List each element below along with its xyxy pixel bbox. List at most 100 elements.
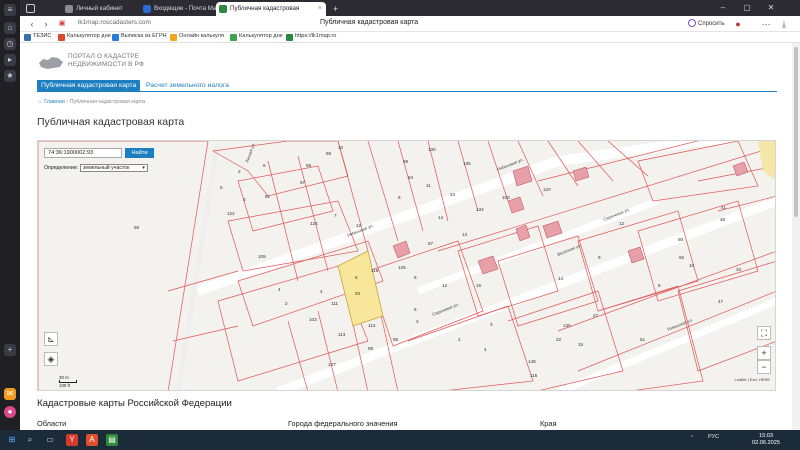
task-view-icon[interactable]: ▭ bbox=[44, 434, 56, 446]
portal-logo-text[interactable]: ПОРТАЛ О КАДАСТРЕ НЕДВИЖИМОСТИ В РФ bbox=[68, 53, 144, 69]
bookmark-item[interactable]: https://lk1map.ro bbox=[286, 33, 336, 41]
add-icon[interactable]: + bbox=[4, 344, 16, 356]
svg-text:115: 115 bbox=[530, 373, 538, 378]
map-attribution[interactable]: Leaflet | Esri, HERE bbox=[735, 377, 771, 382]
address-bar: ‹ › ▣ lk1map.roscadasters.com Публичная … bbox=[20, 16, 800, 32]
profile-icon[interactable]: ● bbox=[732, 18, 744, 30]
svg-text:93: 93 bbox=[355, 291, 361, 296]
lang-indicator[interactable]: РУС bbox=[708, 434, 719, 440]
svg-text:148: 148 bbox=[528, 359, 536, 364]
zoom-out-button[interactable]: − bbox=[757, 360, 771, 374]
browser-tab-strip: Личный кабинет Входящие - Почта Mail Пуб… bbox=[20, 0, 800, 16]
os-taskbar: ⊞ ⌕ ▭ Y A ▤ РУС ◔ 15:03 02.06.2025 bbox=[0, 430, 800, 450]
breadcrumb: ⌂ Главная › Публичная кадастровая карта bbox=[38, 99, 145, 105]
bookmarks-bar: ТЕЗИС Калькулятор дне Выписка из ЕГРН Он… bbox=[20, 32, 800, 43]
scrollbar-thumb[interactable] bbox=[794, 47, 798, 217]
find-button[interactable]: Найти bbox=[125, 148, 154, 158]
close-tab-icon[interactable]: × bbox=[318, 2, 322, 16]
breadcrumb-home-link[interactable]: Главная bbox=[44, 99, 65, 105]
portal-logo-icon[interactable] bbox=[38, 53, 64, 73]
bookmark-icon bbox=[24, 34, 31, 41]
layers-icon[interactable]: ◈ bbox=[44, 352, 58, 366]
wifi-icon[interactable]: ◔ bbox=[690, 434, 693, 440]
mail-app-icon[interactable]: ✉ bbox=[4, 388, 16, 400]
svg-text:125: 125 bbox=[398, 265, 406, 270]
bookmark-item[interactable]: Калькулятор дне bbox=[58, 33, 111, 41]
svg-text:2: 2 bbox=[458, 337, 461, 342]
search-icon[interactable]: ⌕ bbox=[24, 434, 36, 446]
download-icon[interactable]: ⤓ bbox=[778, 18, 790, 30]
files-app-icon[interactable]: ▤ bbox=[106, 434, 118, 446]
system-clock[interactable]: 15:03 02.06.2025 bbox=[752, 433, 780, 447]
new-tab-button[interactable]: + bbox=[330, 2, 344, 16]
ask-button[interactable]: Спросить bbox=[688, 18, 738, 30]
cadastral-number-input[interactable]: 74:36:1900002:93 bbox=[44, 148, 122, 158]
zoom-in-button[interactable]: + bbox=[757, 346, 771, 360]
svg-text:50: 50 bbox=[678, 237, 684, 242]
bookmark-icon bbox=[112, 34, 119, 41]
svg-text:13: 13 bbox=[462, 232, 468, 237]
svg-text:22: 22 bbox=[556, 337, 562, 342]
office-app-icon[interactable]: A bbox=[86, 434, 98, 446]
nav-underline bbox=[37, 91, 777, 92]
start-icon[interactable]: ⊞ bbox=[6, 434, 18, 446]
nav-tab-cadastral-map[interactable]: Публичная кадастровая карта bbox=[37, 80, 141, 91]
page-heading: Публичная кадастровая карта bbox=[37, 116, 185, 128]
app-menu-icon[interactable]: ≡ bbox=[4, 4, 16, 16]
map-favicon-icon bbox=[219, 5, 227, 13]
close-window-icon[interactable]: ✕ bbox=[760, 0, 782, 16]
bookmark-item[interactable]: Онлайн калькуля bbox=[170, 33, 224, 41]
nav-tab-land-tax[interactable]: Расчет земельного налога bbox=[146, 80, 229, 91]
extensions-icon[interactable]: ⋯ bbox=[760, 18, 772, 30]
svg-text:95: 95 bbox=[393, 337, 399, 342]
minimize-icon[interactable]: – bbox=[712, 0, 734, 16]
cadastral-map[interactable]: 10 58 59 99 130 84 11 2 6 97 5 3 81 135 122 124 7 12… bbox=[37, 140, 776, 391]
app-sidebar: ≡ ⌂ ◷ ▸ ★ + ✉ ● bbox=[0, 0, 20, 430]
bookmark-label: Онлайн калькуля bbox=[179, 33, 224, 39]
forward-icon[interactable]: › bbox=[40, 18, 52, 30]
downloads-icon[interactable]: ▸ bbox=[4, 54, 16, 66]
bookmark-icon bbox=[58, 34, 65, 41]
svg-text:16: 16 bbox=[476, 283, 482, 288]
measure-tool-icon[interactable]: ⊾ bbox=[44, 332, 58, 346]
svg-text:66: 66 bbox=[679, 255, 685, 260]
definition-label: Определение: bbox=[44, 165, 79, 171]
svg-text:51: 51 bbox=[640, 337, 646, 342]
yandex-browser-icon[interactable]: Y bbox=[66, 434, 78, 446]
regions-column-heading: Области bbox=[37, 419, 67, 428]
svg-text:113: 113 bbox=[338, 332, 346, 337]
svg-text:15: 15 bbox=[578, 342, 584, 347]
bookmarks-icon[interactable]: ★ bbox=[4, 70, 16, 82]
page-content: ПОРТАЛ О КАДАСТРЕ НЕДВИЖИМОСТИ В РФ Публ… bbox=[20, 43, 792, 430]
svg-text:100: 100 bbox=[502, 195, 510, 200]
url-field[interactable]: lk1map.roscadasters.com bbox=[78, 19, 151, 26]
home-crumb-icon: ⌂ bbox=[38, 99, 42, 105]
home-icon[interactable]: ⌂ bbox=[4, 22, 16, 34]
assistant-icon[interactable]: ● bbox=[4, 406, 16, 418]
ask-label: Спросить bbox=[698, 21, 725, 27]
map-canvas[interactable]: 105859 9913084 1126 9753 81135122 124712… bbox=[38, 141, 776, 391]
fullscreen-icon[interactable]: ⛶ bbox=[757, 326, 771, 340]
page-scrollbar[interactable] bbox=[792, 43, 800, 430]
svg-text:11: 11 bbox=[426, 183, 431, 188]
bookmark-item[interactable]: ТЕЗИС bbox=[24, 33, 51, 41]
svg-text:87: 87 bbox=[428, 241, 434, 246]
page-title-display: Публичная кадастровая карта bbox=[320, 19, 419, 26]
svg-text:118: 118 bbox=[371, 268, 379, 273]
breadcrumb-current: Публичная кадастровая карта bbox=[69, 99, 146, 105]
site-security-icon[interactable]: ▣ bbox=[56, 18, 68, 30]
bookmark-item[interactable]: Выписка из ЕГРН bbox=[112, 33, 167, 41]
svg-text:2: 2 bbox=[238, 169, 241, 174]
svg-text:135: 135 bbox=[463, 161, 471, 166]
tab-cadastral-map[interactable]: Публичная кадастровая × bbox=[216, 2, 326, 16]
history-icon[interactable]: ◷ bbox=[4, 38, 16, 50]
maximize-icon[interactable]: ▢ bbox=[736, 0, 758, 16]
tab-overview-button[interactable] bbox=[24, 2, 38, 16]
definition-select[interactable]: земельный участок ▾ bbox=[80, 164, 148, 172]
bookmark-icon bbox=[230, 34, 237, 41]
section-title: Кадастровые карты Российской Федерации bbox=[37, 398, 232, 409]
svg-text:3: 3 bbox=[416, 319, 419, 324]
svg-text:12: 12 bbox=[619, 221, 625, 226]
back-icon[interactable]: ‹ bbox=[26, 18, 38, 30]
bookmark-item[interactable]: Калькулятор дне bbox=[230, 33, 283, 41]
